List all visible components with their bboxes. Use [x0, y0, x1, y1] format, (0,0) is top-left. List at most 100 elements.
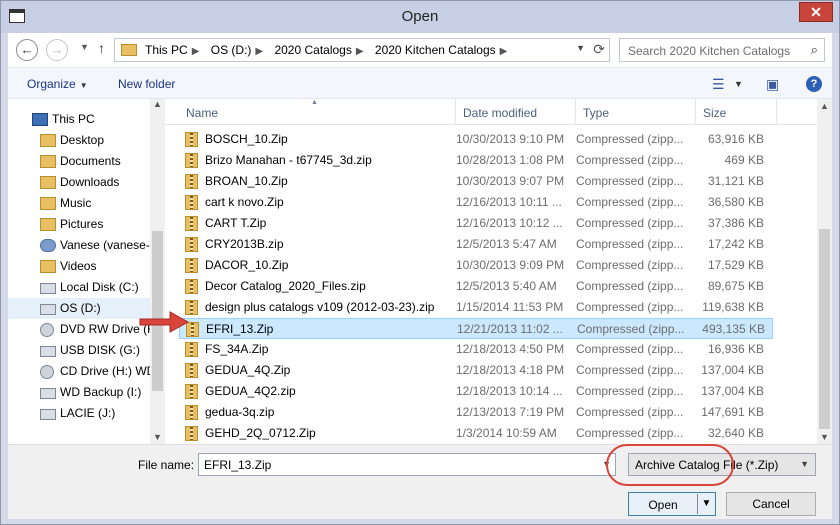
file-row[interactable]: EFRI_13.Zip 12/21/2013 11:02 ... Compresse… [179, 318, 773, 339]
sidebar-item[interactable]: Music [8, 193, 150, 214]
sidebar-item-label: Pictures [60, 217, 104, 231]
file-row[interactable]: FS_34A.Zip 12/18/2013 4:50 PM Compressed (… [179, 339, 773, 360]
chevron-right-icon[interactable]: ▶ [192, 46, 200, 57]
sidebar-item[interactable]: Local Disk (C:) [8, 277, 150, 298]
breadcrumb-item[interactable]: 2020 Catalogs [274, 43, 351, 57]
organize-button[interactable]: Organize ▼ [27, 77, 88, 91]
caret-down-icon: ▼ [79, 81, 88, 90]
column-type[interactable]: Type [583, 106, 609, 120]
column-divider[interactable] [695, 99, 696, 125]
column-divider[interactable] [575, 99, 576, 125]
file-type: Compressed (zipp... [576, 195, 684, 209]
breadcrumb-item[interactable]: 2020 Kitchen Catalogs [375, 43, 496, 57]
scroll-up-icon[interactable]: ▲ [153, 99, 162, 109]
column-divider[interactable] [776, 99, 777, 125]
drive-icon [40, 283, 56, 294]
sidebar-item-label: Vanese (vanese-p [60, 238, 150, 252]
file-row[interactable]: design plus catalogs v109 (2012-03-23).z… [179, 297, 773, 318]
file-type: Compressed (zipp... [576, 405, 684, 419]
file-scrollbar[interactable]: ▲ ▼ [817, 99, 832, 444]
sidebar-item[interactable]: Documents [8, 151, 150, 172]
file-type: Compressed (zipp... [576, 174, 684, 188]
folder-icon [40, 176, 56, 189]
file-row[interactable]: BROAN_10.Zip 10/30/2013 9:07 PM Compressed… [179, 171, 773, 192]
sidebar-item[interactable]: Pictures [8, 214, 150, 235]
file-size: 63,916 KB [707, 132, 764, 146]
view-dropdown-icon[interactable]: ▼ [734, 79, 743, 89]
nav-scrollbar[interactable]: ▲ ▼ [150, 99, 165, 444]
file-name: FS_34A.Zip [205, 342, 269, 356]
drive-icon [40, 346, 56, 357]
file-row[interactable]: BOSCH_10.Zip 10/30/2013 9:10 PM Compressed… [179, 129, 773, 150]
back-button[interactable]: ← [16, 39, 38, 61]
scroll-up-icon[interactable]: ▲ [820, 101, 829, 111]
column-name[interactable]: Name [186, 106, 218, 120]
address-dropdown-icon[interactable]: ▼ [576, 43, 585, 53]
sidebar-item[interactable]: Vanese (vanese-p [8, 235, 150, 256]
file-size: 137,004 KB [701, 363, 764, 377]
breadcrumb-item[interactable]: OS (D:) [211, 43, 252, 57]
help-icon[interactable]: ? [806, 76, 822, 92]
sidebar-item[interactable]: This PC [8, 109, 150, 130]
file-type: Compressed (zipp... [577, 322, 685, 336]
column-size[interactable]: Size [703, 106, 726, 120]
file-row[interactable]: DACOR_10.Zip 10/30/2013 9:09 PM Compressed… [179, 255, 773, 276]
chevron-right-icon[interactable]: ▶ [255, 46, 263, 57]
file-date: 10/28/2013 1:08 PM [456, 153, 565, 167]
scroll-down-icon[interactable]: ▼ [153, 432, 162, 442]
file-row[interactable]: CRY2013B.zip 12/5/2013 5:47 AM Compressed … [179, 234, 773, 255]
sidebar-item[interactable]: Downloads [8, 172, 150, 193]
file-row[interactable]: GEDUA_4Q.Zip 12/18/2013 4:18 PM Compressed… [179, 360, 773, 381]
file-date: 10/30/2013 9:10 PM [456, 132, 565, 146]
forward-button[interactable]: → [46, 39, 68, 61]
file-date: 12/18/2013 10:14 ... [456, 384, 563, 398]
file-size: 31,121 KB [707, 174, 764, 188]
zip-folder-icon [185, 237, 198, 252]
search-icon[interactable]: ⌕ [811, 42, 818, 58]
chevron-down-icon[interactable]: ▼ [800, 459, 809, 469]
column-divider[interactable] [455, 99, 456, 125]
file-row[interactable]: Decor Catalog_2020_Files.zip 12/5/2013 5:… [179, 276, 773, 297]
open-button[interactable]: Open ▼ [628, 492, 716, 516]
file-row[interactable]: cart k novo.Zip 12/16/2013 10:11 ... Compr… [179, 192, 773, 213]
refresh-icon[interactable]: ⟳ [593, 41, 605, 58]
chevron-right-icon[interactable]: ▶ [356, 46, 364, 57]
scroll-down-icon[interactable]: ▼ [820, 432, 829, 442]
file-row[interactable]: CART T.Zip 12/16/2013 10:12 ... Compressed… [179, 213, 773, 234]
file-row[interactable]: Brizo Manahan - t67745_3d.zip 10/28/2013 … [179, 150, 773, 171]
sidebar-item[interactable]: CD Drive (H:) WD [8, 361, 150, 382]
file-name-label: File name: [138, 458, 195, 472]
sidebar-item[interactable]: Desktop [8, 130, 150, 151]
view-options-icon[interactable]: ☰ [712, 76, 725, 93]
sidebar-item[interactable]: Videos [8, 256, 150, 277]
sidebar-item[interactable]: USB DISK (G:) [8, 340, 150, 361]
window-title: Open [401, 8, 439, 25]
close-button[interactable]: ✕ [799, 2, 833, 22]
file-name-input[interactable]: EFRI_13.Zip ▼ [198, 453, 616, 476]
cancel-button[interactable]: Cancel [726, 492, 816, 516]
sidebar-item[interactable]: OS (D:) [8, 298, 150, 319]
search-box[interactable]: Search 2020 Kitchen Catalogs ⌕ [619, 38, 825, 62]
up-button[interactable]: ↑ [98, 40, 105, 56]
sidebar-item[interactable]: DVD RW Drive (F: [8, 319, 150, 340]
file-date: 12/13/2013 7:19 PM [456, 405, 565, 419]
file-name: cart k novo.Zip [205, 195, 284, 209]
chevron-right-icon[interactable]: ▶ [500, 46, 508, 57]
disc-icon [40, 365, 54, 379]
sidebar-item[interactable]: LACIE (J:) [8, 403, 150, 424]
address-bar[interactable]: This PC ▶ OS (D:) ▶ 2020 Catalogs ▶ 2020 Ki… [114, 38, 610, 62]
preview-pane-icon[interactable]: ▣ [766, 76, 779, 93]
recent-locations-chevron-icon[interactable]: ▼ [80, 42, 89, 52]
file-row[interactable]: gedua-3q.zip 12/13/2013 7:19 PM Compressed… [179, 402, 773, 423]
open-dialog: Open ✕ ← → ▼ ↑ This PC ▶ OS (D:) ▶ 2020 Ca… [0, 0, 840, 525]
file-date: 12/16/2013 10:11 ... [456, 195, 562, 209]
scroll-thumb[interactable] [819, 229, 830, 429]
breadcrumb-item[interactable]: This PC [145, 43, 188, 57]
column-date[interactable]: Date modified [463, 106, 537, 120]
file-row[interactable]: GEDUA_4Q2.zip 12/18/2013 10:14 ... Compres… [179, 381, 773, 402]
sidebar-item[interactable]: WD Backup (I:) [8, 382, 150, 403]
file-row[interactable]: GEHD_2Q_0712.Zip 1/3/2014 10:59 AM Compres… [179, 423, 773, 444]
highlight-ring [606, 444, 734, 486]
open-split-dropdown-icon[interactable]: ▼ [697, 494, 715, 514]
new-folder-button[interactable]: New folder [118, 77, 175, 91]
